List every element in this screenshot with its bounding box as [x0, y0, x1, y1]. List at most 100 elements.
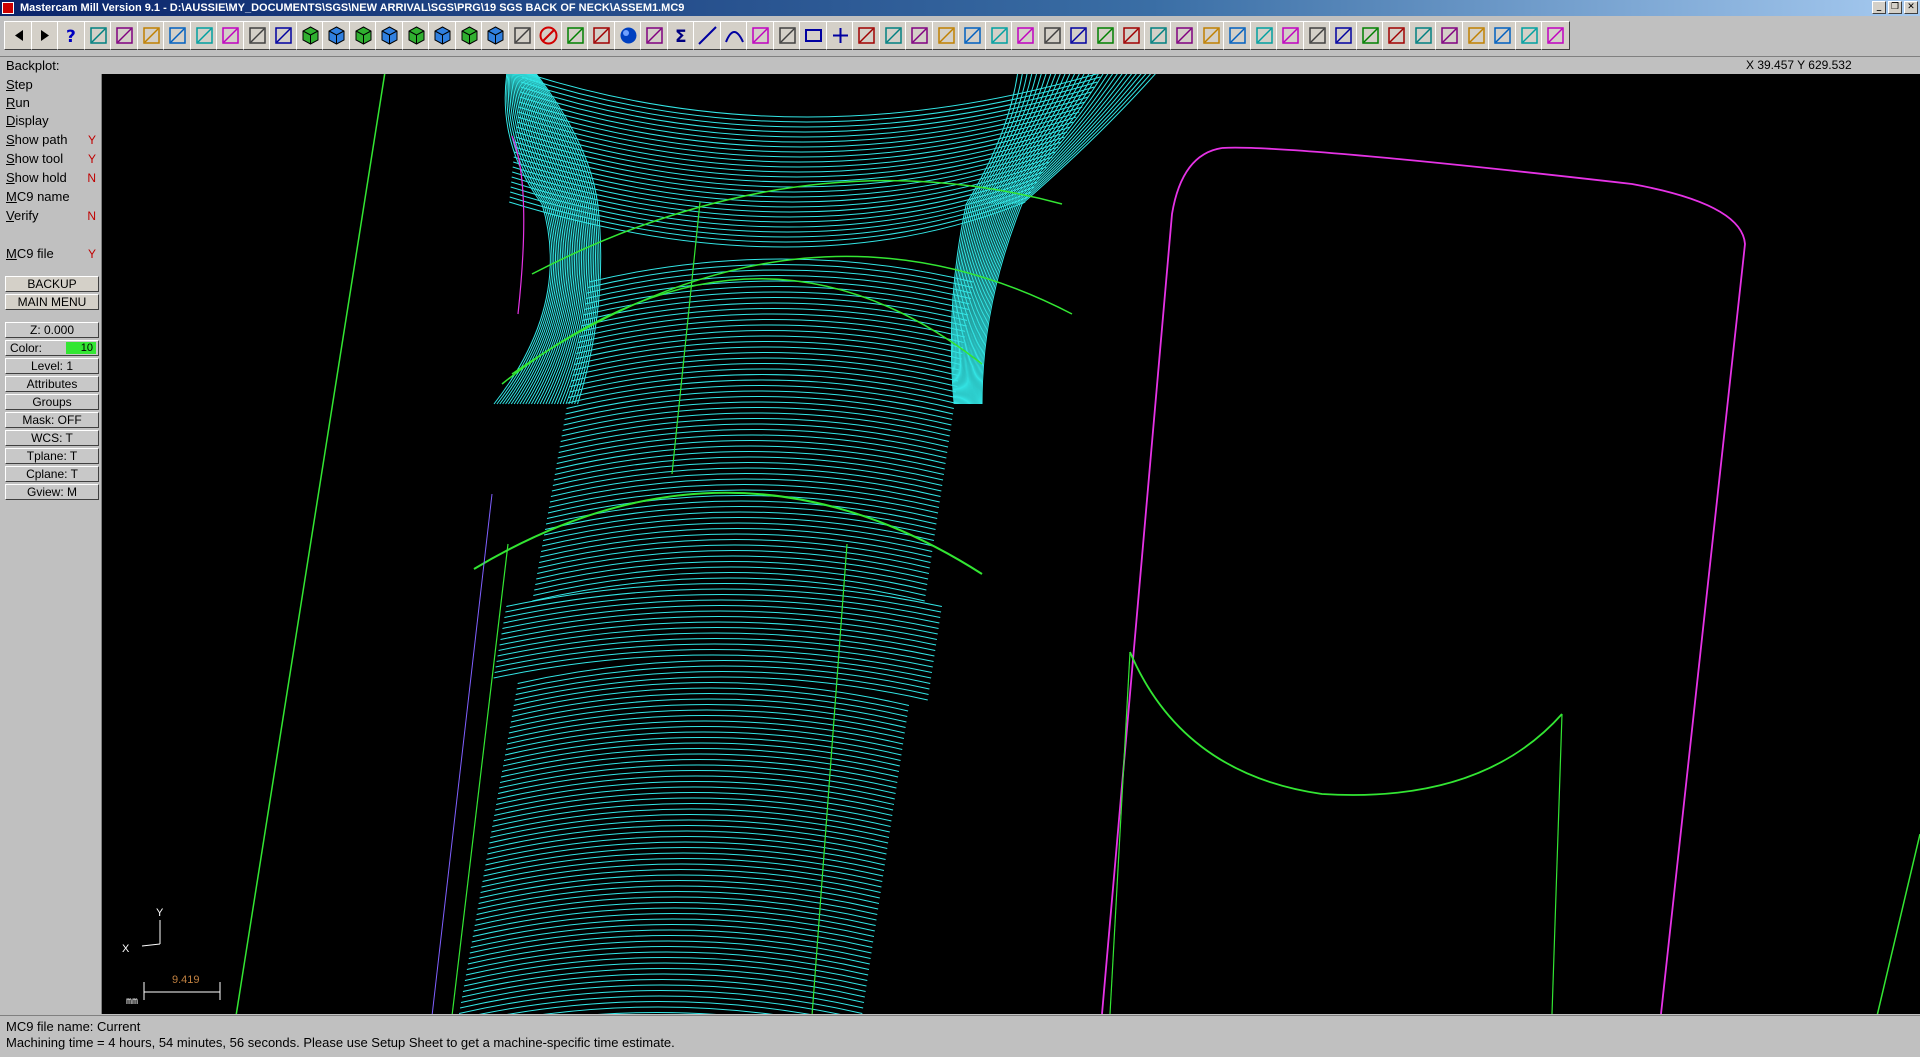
delete-icon[interactable]: [534, 21, 563, 50]
break-icon[interactable]: [958, 21, 987, 50]
menu-item-mc9-file[interactable]: MC9 file Y: [6, 245, 98, 263]
backplot-icon[interactable]: [1461, 21, 1491, 50]
offset-icon[interactable]: [1170, 21, 1199, 50]
nc-output-icon[interactable]: [1541, 21, 1570, 50]
group-icon[interactable]: [640, 21, 669, 50]
view-top-icon[interactable]: [295, 21, 325, 50]
ruler-icon[interactable]: [1276, 21, 1305, 50]
menu-item-show-tool[interactable]: Show tool Y: [6, 150, 98, 168]
view-iso-alt-icon[interactable]: [481, 21, 510, 50]
xyz-origin-icon[interactable]: [1249, 21, 1279, 50]
spline-icon[interactable]: [772, 21, 802, 50]
zoom-previous-icon[interactable]: [189, 21, 219, 50]
menu-item-label: MC9 file: [6, 246, 54, 261]
backup-button[interactable]: BACKUP: [5, 276, 99, 292]
restore-button[interactable]: ❐: [1888, 1, 1902, 14]
view-front-icon[interactable]: [322, 21, 351, 50]
view-side-icon[interactable]: [348, 21, 378, 50]
help-icon[interactable]: ?: [57, 21, 86, 50]
geometry-left-edge: [451, 543, 509, 1014]
show-tool-flag: Y: [87, 152, 96, 166]
axis-label-y: Y: [156, 907, 164, 919]
menu-item-run[interactable]: Run: [6, 94, 98, 112]
cplane-button[interactable]: Cplane: T: [5, 466, 99, 482]
close-button[interactable]: ✕: [1904, 1, 1918, 14]
app-icon[interactable]: [2, 2, 14, 14]
open-file-icon[interactable]: [83, 21, 113, 50]
pan-icon[interactable]: [216, 21, 245, 50]
forward-arrow-icon[interactable]: [30, 21, 60, 50]
units-label: mm: [126, 996, 139, 1007]
color-swatch: 10: [66, 342, 96, 354]
solid-icon[interactable]: [878, 21, 908, 50]
menu-item-display[interactable]: Display: [6, 112, 98, 130]
back-arrow-icon[interactable]: [4, 21, 33, 50]
geometry-edge-right: [1551, 713, 1563, 1014]
plane-select-icon[interactable]: [1355, 21, 1385, 50]
stock-setup-icon[interactable]: [1408, 21, 1438, 50]
menu-item-show-hold[interactable]: Show hold N: [6, 169, 98, 187]
fillet-icon[interactable]: [746, 21, 775, 50]
menu-item-verify[interactable]: Verify N: [6, 207, 98, 225]
graphics-viewport[interactable]: XY 9.419 mm: [102, 74, 1920, 1014]
transform-icon[interactable]: [560, 21, 590, 50]
attributes-button[interactable]: Attributes: [5, 376, 99, 392]
translate-icon[interactable]: [1064, 21, 1093, 50]
color-button[interactable]: Color: 10: [5, 340, 99, 356]
plane-view-icon[interactable]: [1514, 21, 1544, 50]
menu-item-mc9-name[interactable]: MC9 name: [6, 188, 98, 206]
toolpath-pass: [978, 74, 1142, 405]
level-button[interactable]: Level: 1: [5, 358, 99, 374]
line-parallel-icon[interactable]: [1011, 21, 1040, 50]
view-iso-icon[interactable]: [375, 21, 404, 50]
rotate-transform-icon[interactable]: [1117, 21, 1146, 50]
draw-box-icon[interactable]: [1223, 21, 1252, 50]
gview-button[interactable]: Gview: M: [5, 484, 99, 500]
sum-icon[interactable]: Σ: [666, 21, 696, 50]
menu-item-label: Show hold: [6, 170, 67, 185]
menu-item-step[interactable]: Step: [6, 76, 98, 94]
menu-item-show-path[interactable]: Show path Y: [6, 131, 98, 149]
select-icon[interactable]: [242, 21, 272, 50]
screen-stats-icon[interactable]: [1302, 21, 1332, 50]
zoom-out-icon[interactable]: [163, 21, 192, 50]
analyze-icon[interactable]: [110, 21, 139, 50]
view-side-alt-icon[interactable]: [454, 21, 484, 50]
undo-icon[interactable]: [587, 21, 616, 50]
rotate-icon[interactable]: [269, 21, 298, 50]
view-top-alt-icon[interactable]: [401, 21, 431, 50]
edit-pencil-icon[interactable]: [507, 21, 537, 50]
shade-sphere-icon[interactable]: [613, 21, 643, 50]
minimize-button[interactable]: _: [1872, 1, 1886, 14]
point-icon[interactable]: [825, 21, 855, 50]
scale-icon[interactable]: [1143, 21, 1173, 50]
rectangle-icon[interactable]: [799, 21, 828, 50]
menu-item-label: Verify: [6, 208, 39, 223]
axis-label-x: X: [122, 943, 130, 955]
verify-icon[interactable]: [1435, 21, 1464, 50]
menu-item-label: Show tool: [6, 151, 64, 166]
zoom-window-icon[interactable]: [136, 21, 166, 50]
line-icon[interactable]: [693, 21, 722, 50]
wcs-button[interactable]: WCS: T: [5, 430, 99, 446]
properties-icon[interactable]: [1329, 21, 1358, 50]
backplot-bar: Backplot: X 39.457 Y 629.532: [0, 57, 1920, 74]
arc-icon[interactable]: [719, 21, 749, 50]
extend-icon[interactable]: [984, 21, 1014, 50]
tool-manager-icon[interactable]: [1382, 21, 1411, 50]
surface-icon[interactable]: [852, 21, 881, 50]
divide-icon[interactable]: [1196, 21, 1226, 50]
mirror-icon[interactable]: [1090, 21, 1120, 50]
guide-line-right: [1876, 833, 1920, 1014]
tplane-button[interactable]: Tplane: T: [5, 448, 99, 464]
toolpath-pass: [972, 74, 1114, 405]
trim-icon[interactable]: [931, 21, 961, 50]
regen-icon[interactable]: [1488, 21, 1517, 50]
main-menu-button[interactable]: MAIN MENU: [5, 294, 99, 310]
line-perpendicular-icon[interactable]: [1037, 21, 1067, 50]
view-front-alt-icon[interactable]: [428, 21, 457, 50]
mask-button[interactable]: Mask: OFF: [5, 412, 99, 428]
groups-button[interactable]: Groups: [5, 394, 99, 410]
z-depth-button[interactable]: Z: 0.000: [5, 322, 99, 338]
chain-icon[interactable]: [905, 21, 934, 50]
